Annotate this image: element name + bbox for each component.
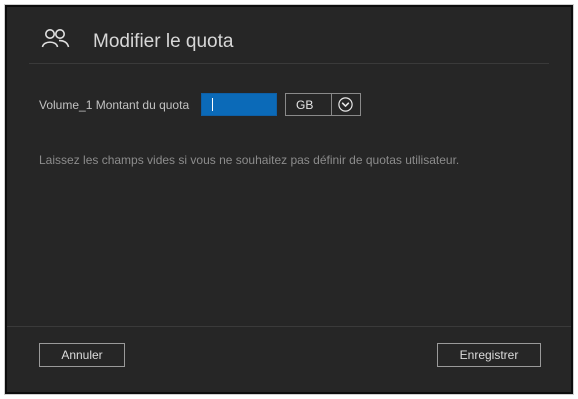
quota-row: Volume_1 Montant du quota GB [39, 93, 439, 117]
unit-selected-value: GB [296, 98, 314, 112]
dialog-header: Modifier le quota [7, 7, 571, 63]
unit-select-divider [331, 94, 332, 115]
users-icon [41, 29, 70, 48]
dialog-title: Modifier le quota [93, 31, 234, 52]
cancel-button[interactable]: Annuler [39, 343, 125, 367]
footer-divider [7, 326, 571, 327]
quota-label: Volume_1 Montant du quota [39, 98, 190, 112]
save-button[interactable]: Enregistrer [437, 343, 541, 367]
chevron-down-circle-icon[interactable] [338, 97, 353, 112]
unit-select[interactable]: GB [285, 93, 361, 116]
quota-hint-text: Laissez les champs vides si vous ne souh… [39, 153, 460, 167]
text-cursor [212, 98, 213, 111]
header-divider [29, 63, 549, 64]
edit-quota-dialog: Modifier le quota Volume_1 Montant du qu… [4, 4, 574, 395]
